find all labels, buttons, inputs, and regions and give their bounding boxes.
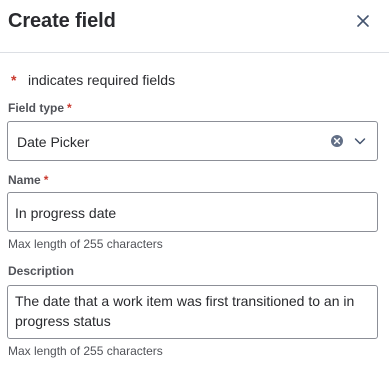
required-note-text: indicates required fields: [28, 72, 176, 88]
create-field-dialog: Create field * indicates required fields …: [0, 0, 389, 377]
description-helper-text: Max length of 255 characters: [8, 344, 163, 358]
close-button[interactable]: [350, 8, 376, 34]
required-fields-note: * indicates required fields: [8, 71, 175, 89]
clear-icon[interactable]: [330, 134, 344, 148]
name-input[interactable]: In progress date: [7, 192, 378, 232]
description-textarea[interactable]: The date that a work item was first tran…: [7, 285, 378, 339]
close-icon: [357, 15, 369, 27]
field-type-label-text: Field type: [8, 101, 65, 115]
field-type-select[interactable]: Date Picker: [7, 121, 378, 161]
chevron-down-icon[interactable]: [353, 134, 367, 148]
description-label-text: Description: [8, 264, 75, 278]
name-helper-text: Max length of 255 characters: [8, 237, 163, 251]
dialog-title: Create field: [8, 10, 116, 32]
description-value: The date that a work item was first tran…: [15, 293, 355, 329]
required-asterisk: *: [43, 173, 49, 187]
required-asterisk: *: [11, 72, 17, 88]
field-type-value: Date Picker: [17, 134, 90, 150]
field-type-label: Field type *: [8, 100, 72, 116]
name-label: Name *: [8, 172, 48, 188]
description-label: Description: [8, 263, 74, 279]
name-input-value: In progress date: [15, 205, 117, 221]
dialog-header: Create field: [0, 0, 389, 53]
required-asterisk: *: [67, 101, 72, 115]
name-label-text: Name: [8, 173, 41, 187]
